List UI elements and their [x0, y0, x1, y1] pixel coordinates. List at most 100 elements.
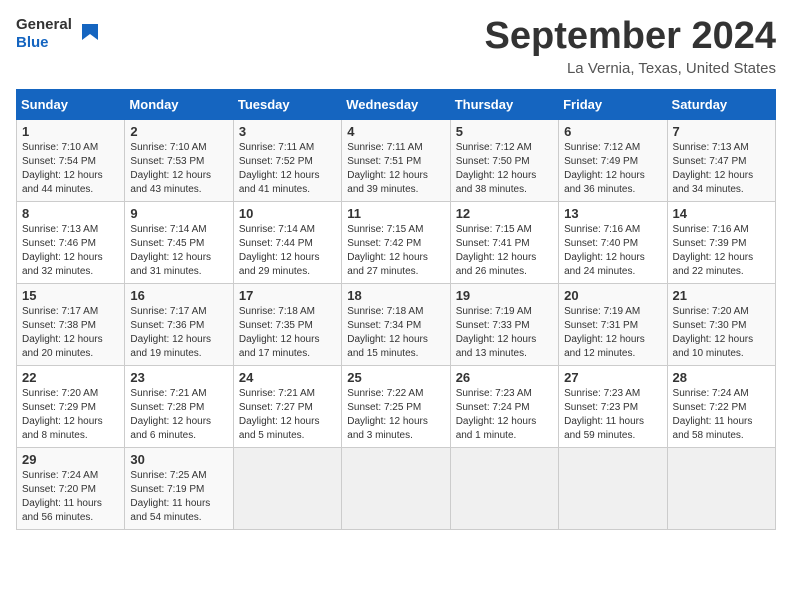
day-number: 9: [130, 206, 227, 221]
day-number: 22: [22, 370, 119, 385]
calendar-day-cell: [342, 447, 450, 529]
day-number: 6: [564, 124, 661, 139]
calendar-week-row: 22 Sunrise: 7:20 AM Sunset: 7:29 PM Dayli…: [17, 365, 776, 447]
day-number: 30: [130, 452, 227, 467]
weekday-header-monday: Monday: [125, 89, 233, 119]
day-info: Sunrise: 7:24 AM Sunset: 7:20 PM Dayligh…: [22, 469, 119, 525]
day-number: 5: [456, 124, 553, 139]
day-info: Sunrise: 7:19 AM Sunset: 7:33 PM Dayligh…: [456, 305, 553, 361]
day-info: Sunrise: 7:15 AM Sunset: 7:41 PM Dayligh…: [456, 223, 553, 279]
day-number: 10: [239, 206, 336, 221]
weekday-header-wednesday: Wednesday: [342, 89, 450, 119]
calendar-day-cell: 11 Sunrise: 7:15 AM Sunset: 7:42 PM Dayli…: [342, 201, 450, 283]
day-info: Sunrise: 7:10 AM Sunset: 7:53 PM Dayligh…: [130, 141, 227, 197]
calendar-day-cell: 9 Sunrise: 7:14 AM Sunset: 7:45 PM Daylig…: [125, 201, 233, 283]
day-info: Sunrise: 7:24 AM Sunset: 7:22 PM Dayligh…: [673, 387, 770, 443]
calendar-table: SundayMondayTuesdayWednesdayThursdayFrid…: [16, 89, 776, 530]
day-info: Sunrise: 7:16 AM Sunset: 7:40 PM Dayligh…: [564, 223, 661, 279]
calendar-day-cell: [450, 447, 558, 529]
calendar-day-cell: 16 Sunrise: 7:17 AM Sunset: 7:36 PM Dayli…: [125, 283, 233, 365]
calendar-day-cell: 30 Sunrise: 7:25 AM Sunset: 7:19 PM Dayli…: [125, 447, 233, 529]
day-number: 15: [22, 288, 119, 303]
day-number: 19: [456, 288, 553, 303]
day-info: Sunrise: 7:20 AM Sunset: 7:30 PM Dayligh…: [673, 305, 770, 361]
calendar-week-row: 1 Sunrise: 7:10 AM Sunset: 7:54 PM Daylig…: [17, 119, 776, 201]
day-number: 17: [239, 288, 336, 303]
day-number: 29: [22, 452, 119, 467]
day-number: 12: [456, 206, 553, 221]
calendar-day-cell: 20 Sunrise: 7:19 AM Sunset: 7:31 PM Dayli…: [559, 283, 667, 365]
day-info: Sunrise: 7:23 AM Sunset: 7:24 PM Dayligh…: [456, 387, 553, 443]
calendar-day-cell: 28Sunrise: 7:24 AM Sunset: 7:22 PM Dayli…: [667, 365, 775, 447]
day-number: 23: [130, 370, 227, 385]
day-number: 8: [22, 206, 119, 221]
day-info: Sunrise: 7:20 AM Sunset: 7:29 PM Dayligh…: [22, 387, 119, 443]
weekday-header-thursday: Thursday: [450, 89, 558, 119]
logo-icon: [76, 20, 104, 48]
calendar-day-cell: 22 Sunrise: 7:20 AM Sunset: 7:29 PM Dayli…: [17, 365, 125, 447]
day-info: Sunrise: 7:13 AM Sunset: 7:47 PM Dayligh…: [673, 141, 770, 197]
day-info: Sunrise: 7:18 AM Sunset: 7:35 PM Dayligh…: [239, 305, 336, 361]
day-number: 13: [564, 206, 661, 221]
day-info: Sunrise: 7:12 AM Sunset: 7:50 PM Dayligh…: [456, 141, 553, 197]
day-info: Sunrise: 7:14 AM Sunset: 7:45 PM Dayligh…: [130, 223, 227, 279]
day-number: 1: [22, 124, 119, 139]
calendar-day-cell: 4 Sunrise: 7:11 AM Sunset: 7:51 PM Daylig…: [342, 119, 450, 201]
day-info: Sunrise: 7:21 AM Sunset: 7:28 PM Dayligh…: [130, 387, 227, 443]
day-info: Sunrise: 7:25 AM Sunset: 7:19 PM Dayligh…: [130, 469, 227, 525]
calendar-day-cell: 2 Sunrise: 7:10 AM Sunset: 7:53 PM Daylig…: [125, 119, 233, 201]
day-info: Sunrise: 7:17 AM Sunset: 7:36 PM Dayligh…: [130, 305, 227, 361]
day-number: 24: [239, 370, 336, 385]
day-number: 4: [347, 124, 444, 139]
weekday-header-sunday: Sunday: [17, 89, 125, 119]
logo-text-general: General: [16, 16, 72, 33]
day-number: 27: [564, 370, 661, 385]
day-number: 7: [673, 124, 770, 139]
day-info: Sunrise: 7:12 AM Sunset: 7:49 PM Dayligh…: [564, 141, 661, 197]
day-info: Sunrise: 7:23 AM Sunset: 7:23 PM Dayligh…: [564, 387, 661, 443]
calendar-day-cell: 3 Sunrise: 7:11 AM Sunset: 7:52 PM Daylig…: [233, 119, 341, 201]
calendar-day-cell: 18 Sunrise: 7:18 AM Sunset: 7:34 PM Dayli…: [342, 283, 450, 365]
calendar-day-cell: 14 Sunrise: 7:16 AM Sunset: 7:39 PM Dayli…: [667, 201, 775, 283]
day-number: 25: [347, 370, 444, 385]
day-number: 16: [130, 288, 227, 303]
calendar-day-cell: 7 Sunrise: 7:13 AM Sunset: 7:47 PM Daylig…: [667, 119, 775, 201]
day-info: Sunrise: 7:21 AM Sunset: 7:27 PM Dayligh…: [239, 387, 336, 443]
day-number: 3: [239, 124, 336, 139]
day-number: 18: [347, 288, 444, 303]
calendar-day-cell: 10 Sunrise: 7:14 AM Sunset: 7:44 PM Dayli…: [233, 201, 341, 283]
calendar-day-cell: 13 Sunrise: 7:16 AM Sunset: 7:40 PM Dayli…: [559, 201, 667, 283]
calendar-day-cell: 25Sunrise: 7:22 AM Sunset: 7:25 PM Dayli…: [342, 365, 450, 447]
day-info: Sunrise: 7:11 AM Sunset: 7:51 PM Dayligh…: [347, 141, 444, 197]
calendar-day-cell: [667, 447, 775, 529]
calendar-day-cell: 21 Sunrise: 7:20 AM Sunset: 7:30 PM Dayli…: [667, 283, 775, 365]
calendar-day-cell: 26 Sunrise: 7:23 AM Sunset: 7:24 PM Dayli…: [450, 365, 558, 447]
calendar-day-cell: 12 Sunrise: 7:15 AM Sunset: 7:41 PM Dayli…: [450, 201, 558, 283]
calendar-day-cell: 29 Sunrise: 7:24 AM Sunset: 7:20 PM Dayli…: [17, 447, 125, 529]
day-number: 14: [673, 206, 770, 221]
calendar-day-cell: [233, 447, 341, 529]
day-info: Sunrise: 7:16 AM Sunset: 7:39 PM Dayligh…: [673, 223, 770, 279]
calendar-day-cell: 17 Sunrise: 7:18 AM Sunset: 7:35 PM Dayli…: [233, 283, 341, 365]
logo: General Blue: [16, 16, 104, 52]
calendar-day-cell: 8 Sunrise: 7:13 AM Sunset: 7:46 PM Daylig…: [17, 201, 125, 283]
day-number: 2: [130, 124, 227, 139]
day-number: 11: [347, 206, 444, 221]
day-info: Sunrise: 7:19 AM Sunset: 7:31 PM Dayligh…: [564, 305, 661, 361]
weekday-header-friday: Friday: [559, 89, 667, 119]
title-block: September 2024 La Vernia, Texas, United …: [485, 16, 777, 77]
day-number: 21: [673, 288, 770, 303]
day-number: 26: [456, 370, 553, 385]
calendar-week-row: 8 Sunrise: 7:13 AM Sunset: 7:46 PM Daylig…: [17, 201, 776, 283]
day-info: Sunrise: 7:11 AM Sunset: 7:52 PM Dayligh…: [239, 141, 336, 197]
day-info: Sunrise: 7:10 AM Sunset: 7:54 PM Dayligh…: [22, 141, 119, 197]
day-info: Sunrise: 7:13 AM Sunset: 7:46 PM Dayligh…: [22, 223, 119, 279]
calendar-day-cell: [559, 447, 667, 529]
day-info: Sunrise: 7:14 AM Sunset: 7:44 PM Dayligh…: [239, 223, 336, 279]
day-info: Sunrise: 7:15 AM Sunset: 7:42 PM Dayligh…: [347, 223, 444, 279]
day-info: Sunrise: 7:18 AM Sunset: 7:34 PM Dayligh…: [347, 305, 444, 361]
calendar-day-cell: 1 Sunrise: 7:10 AM Sunset: 7:54 PM Daylig…: [17, 119, 125, 201]
day-number: 20: [564, 288, 661, 303]
calendar-day-cell: 19 Sunrise: 7:19 AM Sunset: 7:33 PM Dayli…: [450, 283, 558, 365]
calendar-location: La Vernia, Texas, United States: [485, 60, 777, 77]
